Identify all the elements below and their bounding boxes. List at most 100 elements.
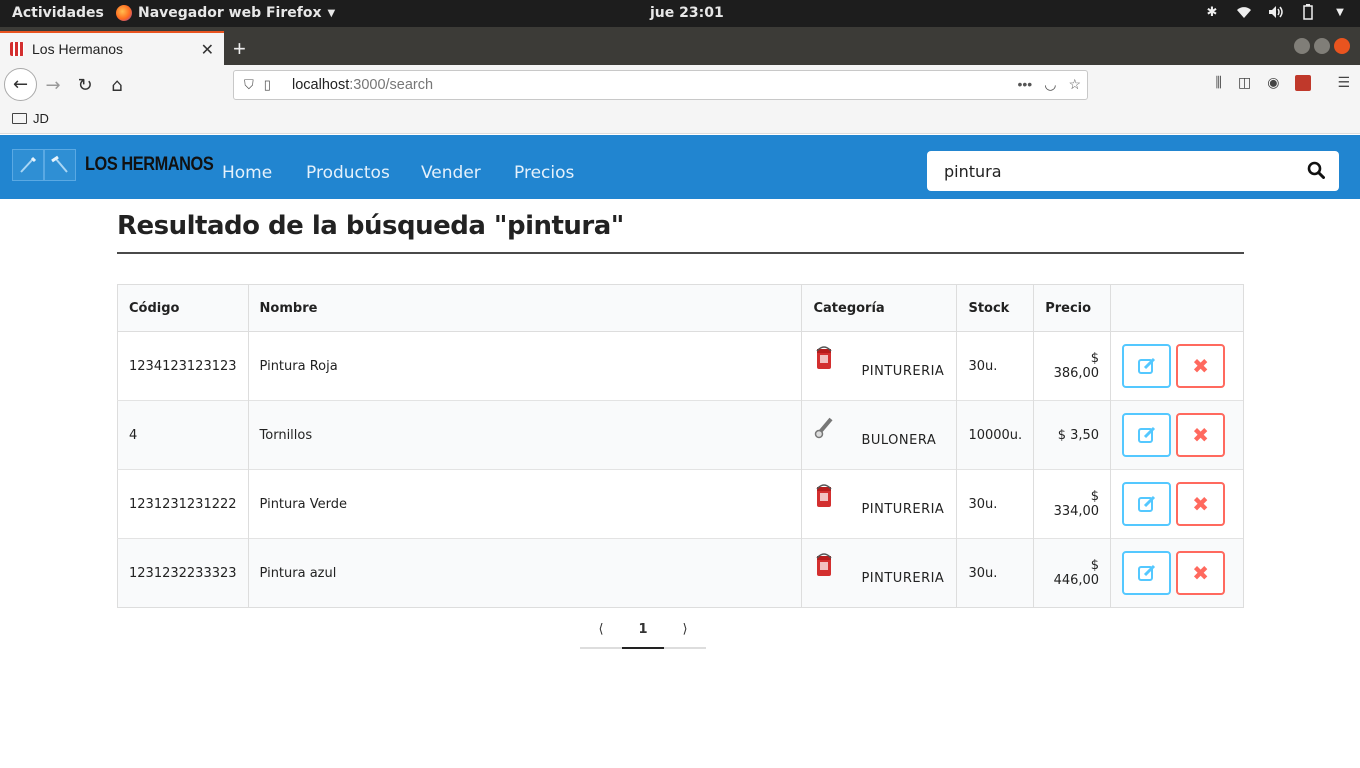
forward-icon[interactable]: →	[38, 70, 68, 100]
hammer-icon	[44, 149, 76, 181]
new-tab-icon[interactable]: +	[233, 36, 246, 62]
app-name: Navegador web Firefox	[138, 5, 322, 21]
tracking-shield-icon[interactable]: ⛉	[244, 77, 254, 93]
cell-precio: $ 386,00	[1033, 331, 1112, 401]
bookmark-star-icon[interactable]: ☆	[1068, 76, 1081, 93]
delete-button[interactable]: ✖	[1176, 413, 1226, 457]
battery-icon	[1300, 4, 1316, 20]
edit-button[interactable]	[1122, 344, 1172, 388]
app-header: LOS HERMANOS Home Productos Vender Preci…	[0, 135, 1360, 199]
search-icon[interactable]	[1307, 161, 1325, 184]
category-label: PINTURERIA	[861, 364, 945, 379]
tab-strip: Los Hermanos ✕ +	[0, 27, 1360, 65]
pagination-next[interactable]: ⟩	[664, 612, 706, 649]
account-icon[interactable]: ◉	[1267, 75, 1279, 91]
delete-button[interactable]: ✖	[1176, 344, 1226, 388]
brand-title: LOS HERMANOS	[85, 154, 214, 175]
category-label: PINTURERIA	[861, 502, 945, 517]
cell-nombre: Tornillos	[248, 400, 803, 470]
col-stock[interactable]: Stock	[956, 284, 1035, 332]
cell-stock: 10000u.	[956, 400, 1035, 470]
search-input[interactable]	[944, 161, 1294, 181]
edit-button[interactable]	[1122, 482, 1172, 526]
cell-codigo: 1234123123123	[117, 331, 249, 401]
table-row: 1231232233323 Pintura azul PINTURERIA 30…	[117, 538, 1244, 608]
cell-categoria: PINTURERIA	[801, 538, 958, 608]
delete-icon: ✖	[1192, 423, 1209, 447]
system-menu-chevron-icon[interactable]: ▼	[1332, 4, 1348, 20]
back-icon[interactable]: ←	[4, 68, 37, 101]
system-tray[interactable]: ✱ ▼	[1204, 4, 1348, 20]
col-codigo[interactable]: Código	[117, 284, 249, 332]
col-nombre[interactable]: Nombre	[248, 284, 803, 332]
activities-button[interactable]: Actividades	[12, 5, 104, 21]
nav-precios[interactable]: Precios	[514, 163, 574, 183]
edit-button[interactable]	[1122, 413, 1172, 457]
cell-actions: ✖	[1110, 331, 1244, 401]
pocket-icon[interactable]: ◡	[1044, 76, 1056, 93]
extension-icon[interactable]	[1295, 75, 1312, 91]
results-table: Código Nombre Categoría Stock Precio 123…	[117, 284, 1244, 608]
url-bar[interactable]: ⛉ ▯ localhost :3000/search ••• ◡ ☆	[233, 70, 1088, 100]
maximize-icon[interactable]	[1314, 38, 1330, 54]
browser-navbar: ← → ↻ ⌂ ⛉ ▯ localhost :3000/search ••• ◡…	[0, 65, 1360, 105]
bookmark-folder[interactable]: JD	[12, 111, 49, 126]
delete-icon: ✖	[1192, 492, 1209, 516]
home-icon[interactable]: ⌂	[102, 70, 132, 100]
brush-icon	[12, 149, 44, 181]
library-icon[interactable]: ⫼	[1216, 75, 1222, 91]
page-info-icon[interactable]: ▯	[264, 77, 271, 93]
sidebar-icon[interactable]: ◫	[1238, 75, 1251, 91]
col-categoria[interactable]: Categoría	[801, 284, 958, 332]
cell-codigo: 1231232233323	[117, 538, 249, 608]
table-row: 1234123123123 Pintura Roja PINTURERIA 30…	[117, 331, 1244, 401]
delete-icon: ✖	[1192, 354, 1209, 378]
pagination-prev[interactable]: ⟨	[580, 612, 622, 649]
paint-can-icon	[816, 484, 833, 507]
edit-button[interactable]	[1122, 551, 1172, 595]
pagination-page-1[interactable]: 1	[622, 612, 664, 649]
edit-icon	[1137, 357, 1155, 374]
toolbar-icons: ⫼ ◫ ◉ ☰	[1216, 75, 1350, 91]
nav-productos[interactable]: Productos	[306, 163, 390, 183]
cell-precio: $ 446,00	[1033, 538, 1112, 608]
tab-title: Los Hermanos	[32, 41, 124, 57]
minimize-icon[interactable]	[1294, 38, 1310, 54]
clock[interactable]: jue 23:01	[650, 5, 724, 21]
edit-icon	[1137, 426, 1155, 443]
cell-categoria: BULONERA	[801, 400, 958, 470]
cell-nombre: Pintura Roja	[248, 331, 803, 401]
hamburger-menu-icon[interactable]: ☰	[1337, 75, 1350, 91]
favicon-icon	[10, 42, 24, 56]
close-tab-icon[interactable]: ✕	[201, 40, 214, 60]
edit-icon	[1137, 495, 1155, 512]
volume-icon	[1268, 4, 1284, 20]
slack-icon[interactable]: ✱	[1204, 4, 1220, 20]
brand-logo[interactable]: LOS HERMANOS	[12, 149, 234, 181]
firefox-icon	[116, 5, 132, 21]
app-menu[interactable]: Navegador web Firefox ▼	[116, 5, 335, 21]
url-path: :3000/search	[349, 77, 434, 93]
close-window-icon[interactable]	[1334, 38, 1350, 54]
table-row: 1231231231222 Pintura Verde PINTURERIA 3…	[117, 469, 1244, 539]
page-title: Resultado de la búsqueda "pintura"	[117, 211, 624, 241]
bookmark-folder-label: JD	[33, 111, 49, 126]
paint-can-icon	[816, 346, 833, 369]
col-precio[interactable]: Precio	[1033, 284, 1112, 332]
edit-icon	[1137, 564, 1155, 581]
page-actions-icon[interactable]: •••	[1018, 76, 1033, 93]
delete-icon: ✖	[1192, 561, 1209, 585]
cell-nombre: Pintura Verde	[248, 469, 803, 539]
browser-tab[interactable]: Los Hermanos ✕	[0, 31, 224, 65]
cell-codigo: 4	[117, 400, 249, 470]
nav-home[interactable]: Home	[222, 163, 272, 183]
bookmarks-toolbar: JD	[0, 105, 1360, 134]
col-actions	[1110, 284, 1244, 332]
nav-vender[interactable]: Vender	[421, 163, 481, 183]
cell-precio: $ 334,00	[1033, 469, 1112, 539]
reload-icon[interactable]: ↻	[70, 70, 100, 100]
delete-button[interactable]: ✖	[1176, 482, 1226, 526]
category-label: PINTURERIA	[861, 571, 945, 586]
delete-button[interactable]: ✖	[1176, 551, 1226, 595]
category-label: BULONERA	[861, 433, 937, 448]
